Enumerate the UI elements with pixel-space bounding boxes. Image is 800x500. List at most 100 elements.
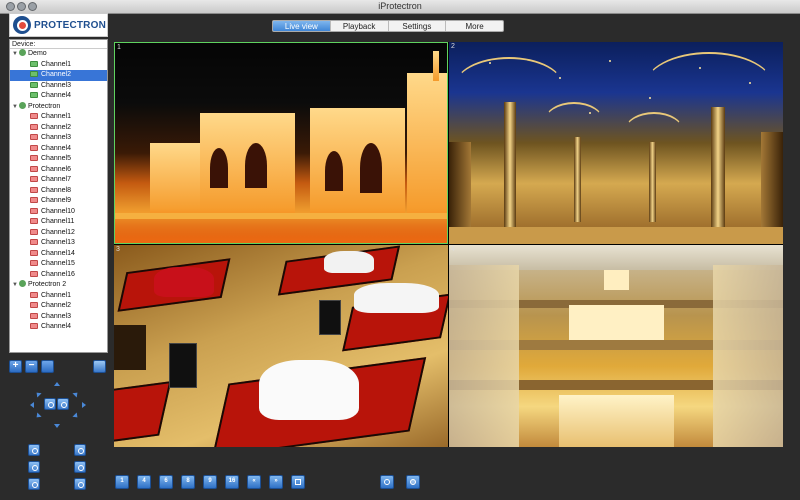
channel-item[interactable]: Channel9 — [10, 196, 107, 207]
layout-8-button[interactable]: 8 — [181, 475, 195, 489]
focus-far-icon[interactable] — [74, 461, 86, 473]
layout-16-button[interactable]: 16 — [225, 475, 239, 489]
channel-label: Channel1 — [41, 60, 71, 68]
layout-1-button[interactable]: 1 — [115, 475, 129, 489]
ptz-down-right-icon[interactable] — [72, 412, 80, 420]
channel-label: Channel3 — [41, 81, 71, 89]
channel-item[interactable]: Channel8 — [10, 186, 107, 197]
channel-item[interactable]: Channel4 — [10, 91, 107, 102]
ptz-left-icon[interactable] — [30, 402, 34, 408]
channel-item[interactable]: Channel13 — [10, 238, 107, 249]
device-group-label: Protectron 2 — [28, 281, 67, 288]
channel-item[interactable]: Channel3 — [10, 81, 107, 92]
cell-number: 4 — [451, 246, 455, 253]
channel-item[interactable]: Channel11 — [10, 217, 107, 228]
channel-item[interactable]: Channel2 — [10, 70, 107, 81]
channel-item[interactable]: Channel15 — [10, 259, 107, 270]
channel-item[interactable]: Channel1 — [10, 112, 107, 123]
device-group[interactable]: ▼ Protectron — [10, 101, 107, 113]
layout-4-button[interactable]: 4 — [137, 475, 151, 489]
main-tabs: Live view Playback Settings More — [272, 20, 504, 32]
channel-label: Channel16 — [41, 270, 75, 278]
cell-number: 1 — [117, 44, 121, 51]
add-device-button[interactable]: + — [9, 360, 22, 373]
channel-label: Channel15 — [41, 260, 75, 267]
channel-item[interactable]: Channel2 — [10, 301, 107, 312]
camera-icon — [30, 155, 38, 161]
channel-item[interactable]: Channel4 — [10, 322, 107, 333]
iris-close-icon[interactable] — [74, 478, 86, 490]
tab-playback[interactable]: Playback — [331, 21, 389, 31]
tab-more[interactable]: More — [446, 21, 503, 31]
next-page-icon[interactable]: » — [269, 475, 283, 489]
fullscreen-icon[interactable] — [291, 475, 305, 489]
ptz-up-right-icon[interactable] — [72, 390, 80, 398]
tab-live-view[interactable]: Live view — [273, 21, 331, 31]
ptz-right-icon[interactable] — [82, 402, 86, 408]
channel-item[interactable]: Channel12 — [10, 228, 107, 239]
channel-label: Channel4 — [41, 92, 71, 99]
channel-item[interactable]: Channel16 — [10, 270, 107, 281]
camera-icon — [30, 123, 38, 130]
zoom-out-icon[interactable] — [74, 444, 86, 456]
prev-page-icon[interactable]: « — [247, 475, 261, 489]
expand-triangle-icon[interactable]: ▼ — [12, 102, 19, 113]
channel-label: Channel3 — [41, 312, 71, 320]
channel-item[interactable]: Channel14 — [10, 249, 107, 260]
channel-item[interactable]: Channel6 — [10, 165, 107, 176]
shield-logo-icon — [13, 16, 31, 34]
camera-icon — [30, 186, 38, 193]
channel-label: Channel6 — [41, 165, 71, 173]
device-group[interactable]: ▼ Protectron 2 — [10, 280, 107, 291]
app-window: iProtectron PROTECTRON Live view Playbac… — [0, 0, 800, 500]
channel-label: Channel10 — [41, 207, 75, 215]
channel-label: Channel11 — [41, 218, 75, 225]
channel-item[interactable]: Channel2 — [10, 123, 107, 134]
channel-item[interactable]: Channel1 — [10, 60, 107, 71]
expand-triangle-icon[interactable]: ▼ — [12, 280, 19, 291]
zoom-in-icon[interactable] — [28, 444, 40, 456]
camera-icon — [30, 165, 38, 172]
cell-number: 2 — [451, 43, 455, 50]
edit-device-icon[interactable] — [41, 360, 54, 373]
display-settings-icon[interactable] — [93, 360, 106, 373]
channel-item[interactable]: Channel7 — [10, 175, 107, 186]
layout-6-button[interactable]: 6 — [159, 475, 173, 489]
ptz-up-icon[interactable] — [54, 382, 60, 386]
camera-icon — [30, 312, 38, 319]
cell-number: 3 — [116, 246, 120, 253]
video-cell-3[interactable]: 3 — [114, 245, 448, 447]
ptz-up-left-icon[interactable] — [34, 390, 42, 398]
ptz-down-icon[interactable] — [54, 424, 60, 428]
camera-icon — [30, 291, 38, 298]
channel-item[interactable]: Channel10 — [10, 207, 107, 218]
camera-icon — [30, 113, 38, 119]
ptz-auto-icon[interactable] — [44, 398, 56, 410]
channel-label: Channel2 — [41, 123, 71, 131]
snapshot-icon[interactable] — [380, 475, 394, 489]
device-group-icon — [19, 101, 26, 109]
video-cell-1[interactable]: 1 — [114, 42, 448, 244]
video-cell-2[interactable]: 2 — [449, 42, 783, 244]
channel-item[interactable]: Channel5 — [10, 154, 107, 165]
video-cell-4[interactable]: 4 — [449, 245, 783, 447]
camera-icon — [30, 218, 38, 224]
channel-label: Channel4 — [41, 144, 71, 152]
ptz-down-left-icon[interactable] — [34, 412, 42, 420]
focus-near-icon[interactable] — [28, 461, 40, 473]
expand-triangle-icon[interactable]: ▼ — [12, 49, 19, 60]
channel-item[interactable]: Channel3 — [10, 312, 107, 323]
channel-item[interactable]: Channel4 — [10, 144, 107, 155]
tab-settings[interactable]: Settings — [389, 21, 447, 31]
ptz-stop-icon[interactable] — [57, 398, 69, 410]
channel-item[interactable]: Channel1 — [10, 291, 107, 302]
iris-open-icon[interactable] — [28, 478, 40, 490]
channel-item[interactable]: Channel3 — [10, 133, 107, 144]
window-title: iProtectron — [378, 1, 422, 11]
camera-icon — [30, 176, 38, 182]
remove-device-button[interactable]: − — [25, 360, 38, 373]
video-grid: 1 2 3 4 — [114, 42, 783, 447]
device-group[interactable]: ▼ Demo — [10, 49, 107, 60]
layout-9-button[interactable]: 9 — [203, 475, 217, 489]
record-icon[interactable] — [406, 475, 420, 489]
